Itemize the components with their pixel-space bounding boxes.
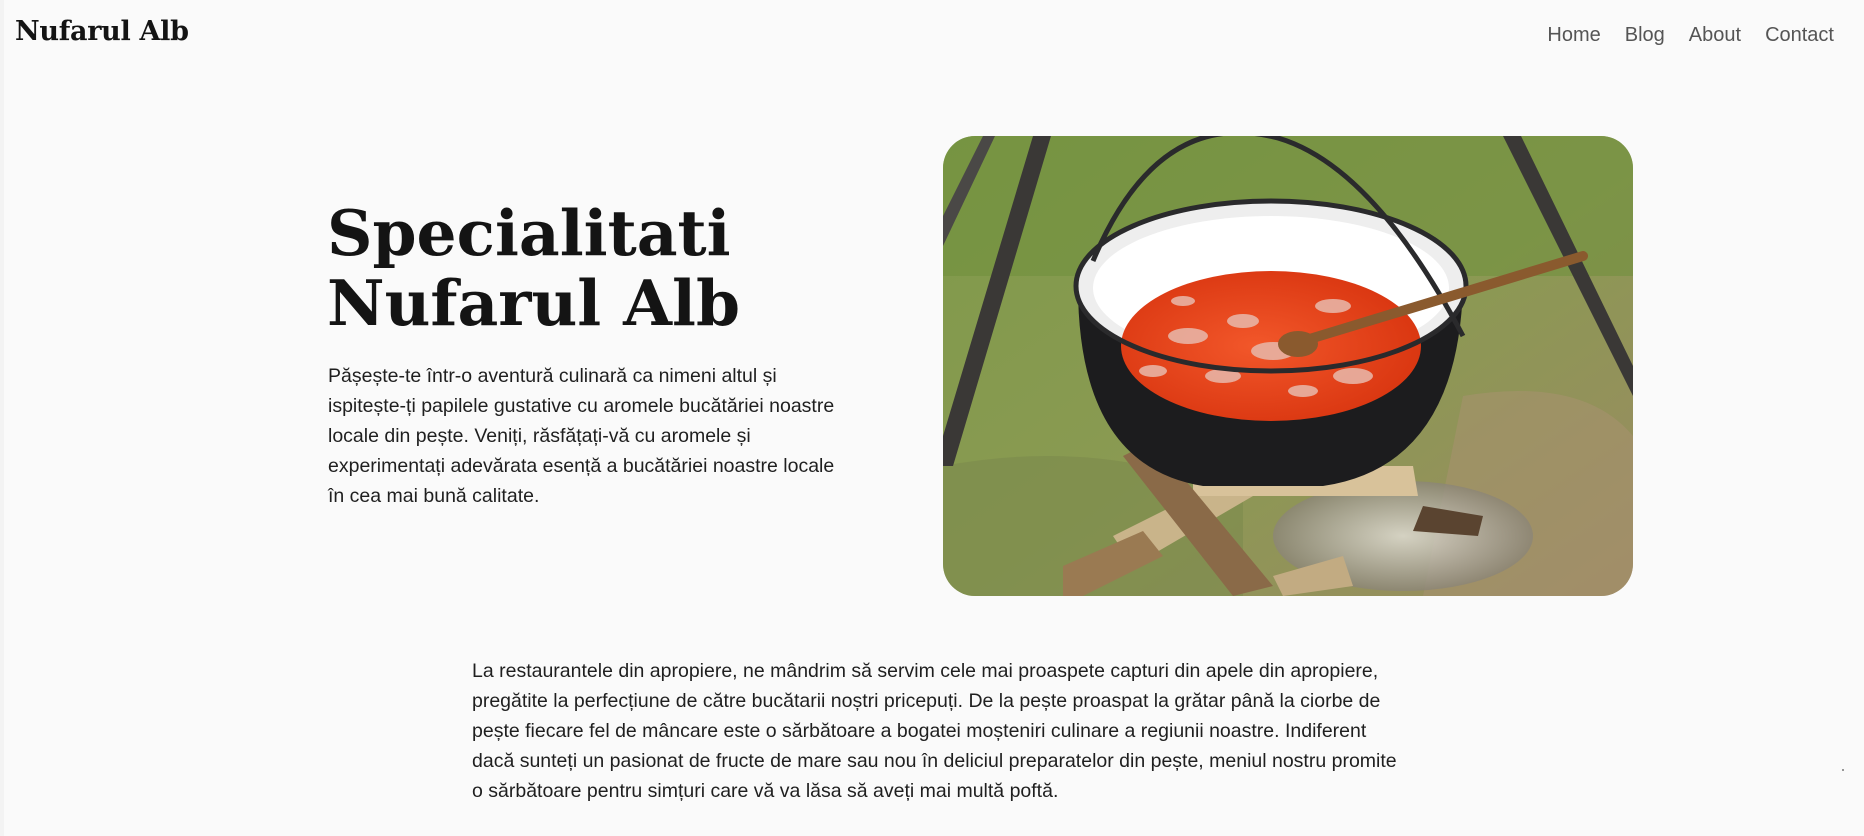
nav-contact-link[interactable]: Contact xyxy=(1765,24,1834,47)
site-logo[interactable]: Nufarul Alb xyxy=(15,16,189,47)
nav-blog-link[interactable]: Blog xyxy=(1625,24,1665,47)
nav-home-link[interactable]: Home xyxy=(1547,24,1600,47)
hero-title-line-1: Specialitati xyxy=(327,196,731,270)
nav-about-link[interactable]: About xyxy=(1689,24,1741,47)
fish-soup-cauldron-photo xyxy=(943,136,1633,596)
main-nav: Home Blog About Contact xyxy=(1547,24,1834,47)
hero-image xyxy=(943,136,1633,596)
decorative-dot xyxy=(1842,769,1844,771)
intro-paragraph: La restaurantele din apropiere, ne mândr… xyxy=(472,660,1397,802)
hero-description: Pășește-te într-o aventură culinară ca n… xyxy=(328,365,835,507)
hero-title-line-2: Nufarul Alb xyxy=(327,266,741,340)
hero-title: Specialitati Nufarul Alb xyxy=(327,198,740,338)
page: Nufarul Alb Home Blog About Contact Spec… xyxy=(4,0,1864,836)
